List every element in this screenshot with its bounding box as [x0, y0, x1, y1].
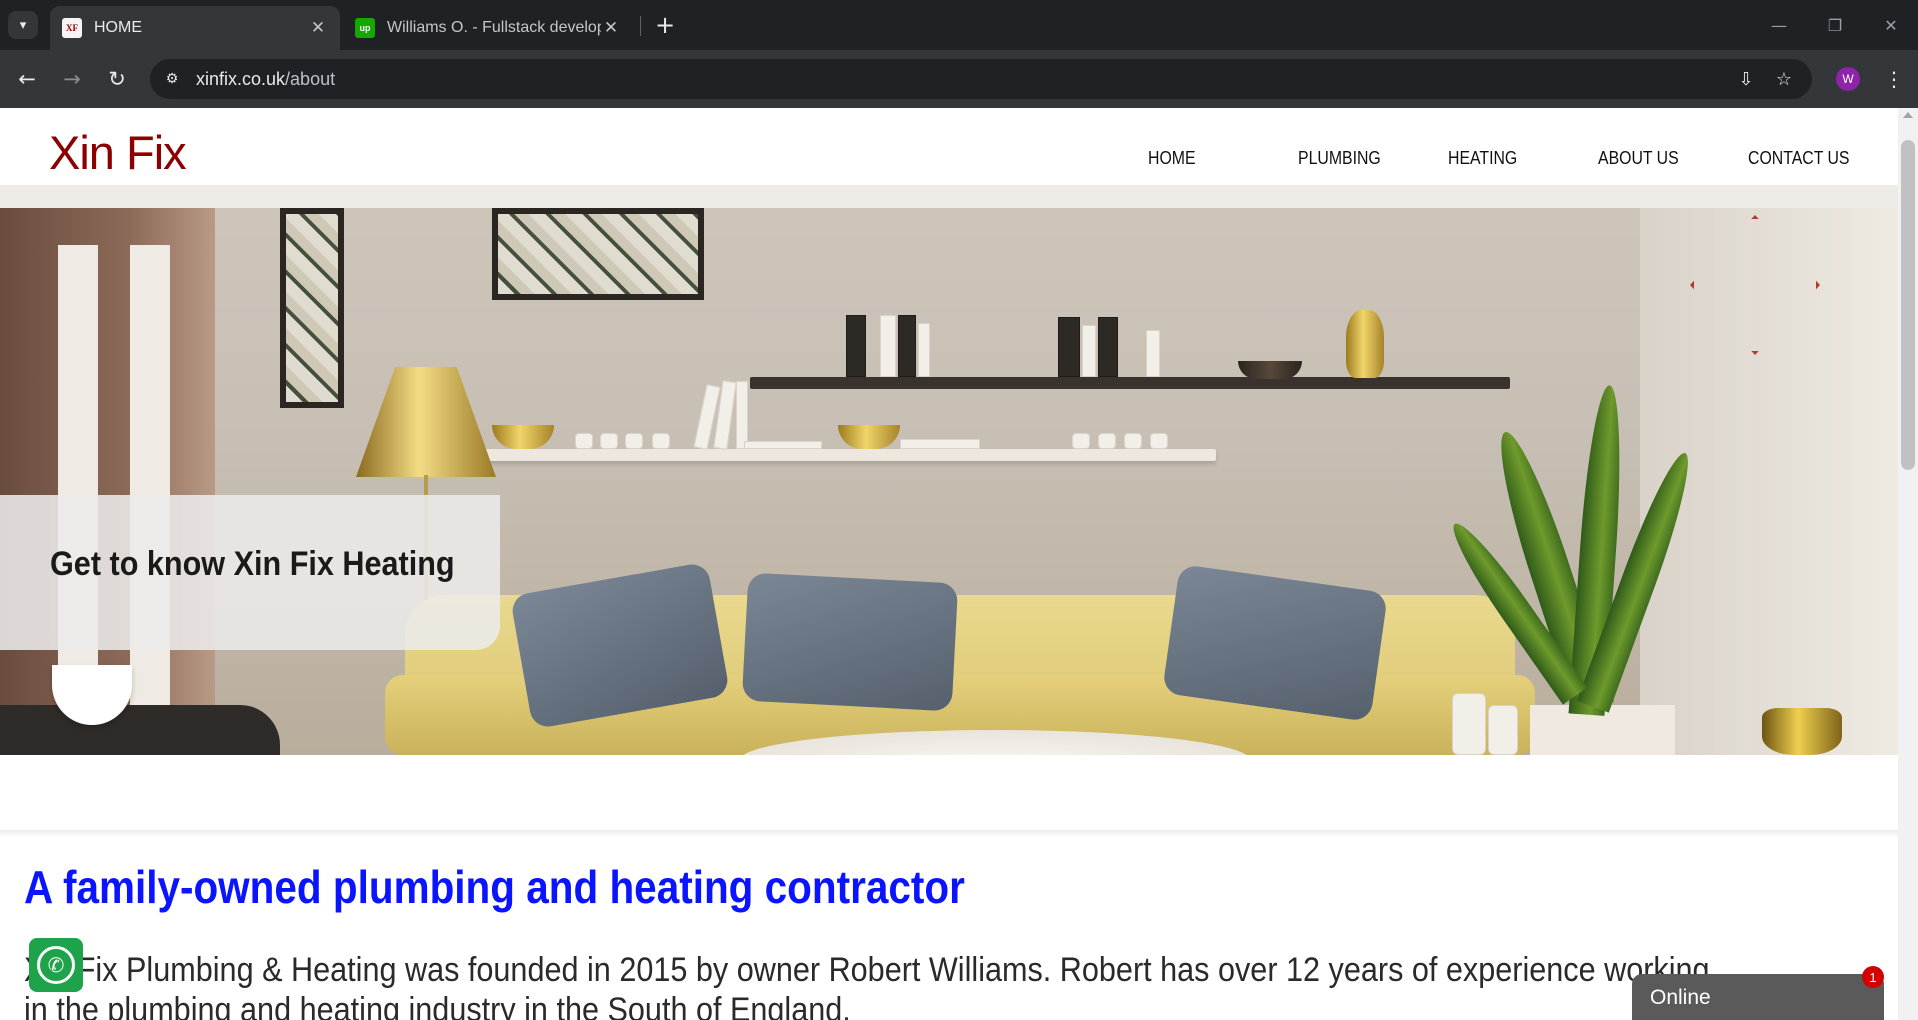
site-header: Xin Fix HOME PLUMBING HEATING ABOUT US C…: [0, 108, 1898, 185]
nav-heating[interactable]: HEATING: [1448, 148, 1517, 169]
install-app-icon[interactable]: ⇩: [1734, 67, 1758, 91]
plus-icon: +: [654, 11, 676, 39]
tab-home[interactable]: XF HOME ✕: [50, 6, 340, 50]
browser-toolbar: ← → ↻ ⚙ xinfix.co.uk/about ⇩ ☆ W ⋮: [0, 50, 1918, 108]
nav-about-us[interactable]: ABOUT US: [1598, 148, 1679, 169]
page-scrollbar[interactable]: [1898, 108, 1918, 1020]
site-info-icon[interactable]: ⚙: [162, 69, 182, 89]
profile-avatar[interactable]: W: [1836, 67, 1860, 91]
tab-title: Williams O. - Fullstack developer: [387, 19, 601, 36]
url-domain: xinfix.co.uk: [196, 69, 286, 89]
url-path: /about: [285, 69, 336, 89]
arrow-left-icon: ←: [18, 67, 36, 91]
scroll-up-arrow-icon[interactable]: [1903, 112, 1913, 118]
xin-fix-favicon-icon: XF: [62, 18, 82, 38]
section-divider: [0, 830, 1898, 838]
reload-icon: ↻: [108, 67, 126, 91]
restore-icon: ❐: [1827, 15, 1843, 35]
address-bar[interactable]: ⚙ xinfix.co.uk/about ⇩ ☆: [150, 59, 1812, 99]
nav-home[interactable]: HOME: [1148, 148, 1196, 169]
bookmark-star-icon[interactable]: ☆: [1772, 67, 1796, 91]
scrollbar-thumb[interactable]: [1901, 140, 1915, 470]
about-section-body: Xin Fix Plumbing & Heating was founded i…: [24, 951, 1710, 1020]
back-button[interactable]: ←: [9, 61, 45, 97]
chat-status-label: Online: [1650, 986, 1711, 1009]
whatsapp-button[interactable]: ✆: [29, 938, 83, 992]
live-chat-widget[interactable]: Online: [1632, 974, 1884, 1020]
page-viewport: Xin Fix HOME PLUMBING HEATING ABOUT US C…: [0, 108, 1918, 1020]
reload-button[interactable]: ↻: [99, 61, 135, 97]
hero-banner: Get to know Xin Fix Heating: [0, 185, 1898, 755]
close-window-button[interactable]: ✕: [1868, 8, 1914, 42]
kebab-menu-icon: ⋮: [1884, 67, 1904, 91]
arrow-right-icon: →: [63, 67, 81, 91]
new-tab-button[interactable]: +: [650, 10, 680, 40]
url-text[interactable]: xinfix.co.uk/about: [196, 69, 335, 90]
restore-button[interactable]: ❐: [1812, 8, 1858, 42]
site-logo[interactable]: Xin Fix: [49, 125, 187, 180]
forward-button[interactable]: →: [54, 61, 90, 97]
hero-heading: Get to know Xin Fix Heating: [50, 545, 455, 583]
close-icon: ✕: [1884, 15, 1898, 35]
browser-tab-bar: ▾ XF HOME ✕ up Williams O. - Fullstack d…: [0, 0, 1918, 50]
minimize-button[interactable]: —: [1756, 8, 1802, 42]
nav-plumbing[interactable]: PLUMBING: [1298, 148, 1381, 169]
upwork-favicon-icon: up: [355, 18, 375, 38]
whatsapp-icon: ✆: [37, 946, 75, 984]
minimize-icon: —: [1771, 15, 1787, 35]
nav-contact-us[interactable]: CONTACT US: [1748, 148, 1850, 169]
tab-divider: [640, 16, 641, 36]
chevron-down-icon: ▾: [19, 17, 27, 33]
tab-search-button[interactable]: ▾: [8, 11, 38, 39]
tab-williams[interactable]: up Williams O. - Fullstack developer ✕: [343, 6, 633, 50]
tab-title: HOME: [94, 19, 142, 36]
close-icon[interactable]: ✕: [601, 18, 621, 38]
chat-notification-badge: 1: [1862, 966, 1884, 988]
about-section-title: A family-owned plumbing and heating cont…: [24, 861, 965, 913]
browser-menu-button[interactable]: ⋮: [1880, 64, 1908, 94]
close-icon[interactable]: ✕: [308, 18, 328, 38]
